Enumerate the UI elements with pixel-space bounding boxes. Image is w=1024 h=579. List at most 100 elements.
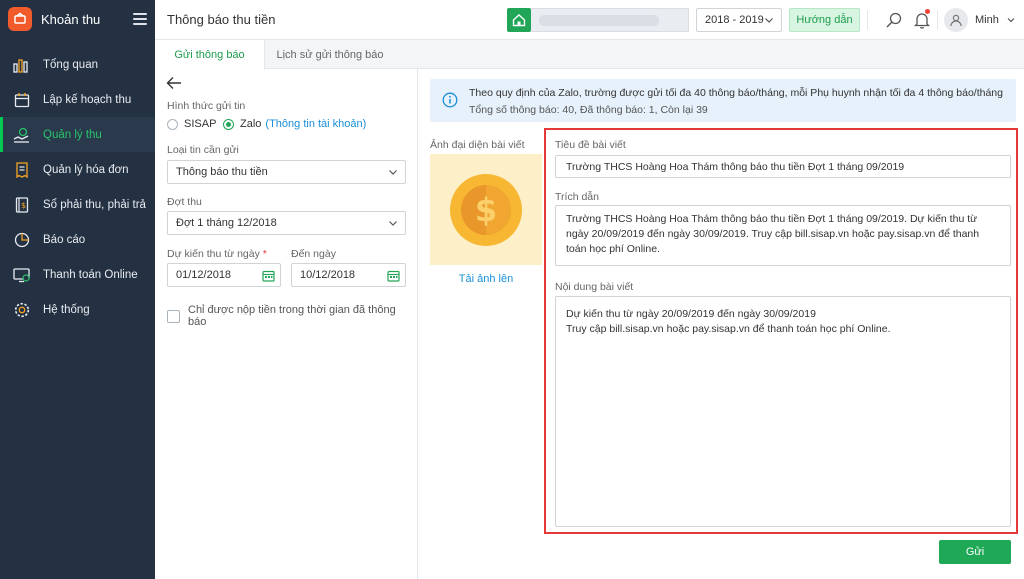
sidebar-item-label: Quản lý thu bbox=[43, 128, 102, 141]
from-date-input[interactable]: 01/12/2018 bbox=[167, 263, 281, 287]
article-image-label: Ảnh đại diện bài viết bbox=[430, 139, 525, 151]
sidebar-nav: Tổng quan Lập kế hoạch thu Quản lý thu Q… bbox=[0, 47, 155, 327]
content-line: Truy cập bill.sisap.vn hoặc pay.sisap.vn… bbox=[566, 323, 891, 335]
menu-toggle-icon[interactable] bbox=[133, 13, 147, 25]
period-select[interactable]: Đợt 1 tháng 12/2018 bbox=[167, 211, 406, 235]
divider bbox=[937, 10, 938, 30]
to-date-value: 10/12/2018 bbox=[300, 269, 356, 281]
content-textarea[interactable]: Dự kiến thu từ ngày 20/09/2019 đến ngày … bbox=[555, 296, 1011, 527]
checkbox-box bbox=[167, 309, 180, 323]
school-year-value: 2018 - 2019 bbox=[705, 14, 764, 26]
divider bbox=[867, 10, 868, 30]
chevron-down-icon bbox=[387, 217, 399, 232]
content-label: Nội dung bài viết bbox=[555, 281, 634, 293]
invoice-icon bbox=[12, 160, 32, 180]
send-button[interactable]: Gửi bbox=[939, 540, 1011, 564]
back-arrow-icon[interactable] bbox=[166, 76, 182, 93]
gear-icon bbox=[12, 300, 32, 320]
sidebar-item-thanh-toan-online[interactable]: Thanh toán Online bbox=[0, 257, 155, 292]
radio-sisap-label: SISAP bbox=[184, 118, 217, 130]
sidebar-item-label: Lập kế hoạch thu bbox=[43, 93, 132, 106]
sidebar-item-label: Thanh toán Online bbox=[43, 268, 138, 281]
excerpt-textarea[interactable]: Trường THCS Hoàng Hoa Thám thông báo thu… bbox=[555, 205, 1011, 266]
to-date-input[interactable]: 10/12/2018 bbox=[291, 263, 406, 287]
home-icon[interactable] bbox=[507, 8, 531, 32]
school-name-redacted bbox=[539, 15, 659, 26]
period-value: Đợt 1 tháng 12/2018 bbox=[176, 217, 277, 229]
excerpt-label: Trích dẫn bbox=[555, 191, 599, 203]
info-icon bbox=[442, 92, 458, 111]
search-icon[interactable] bbox=[883, 9, 905, 31]
school-select[interactable] bbox=[531, 8, 689, 32]
sidebar-item-label: Quản lý hóa đơn bbox=[43, 163, 129, 176]
svg-text:$: $ bbox=[475, 191, 497, 229]
tab-bar: Gửi thông báo Lịch sử gửi thông báo bbox=[155, 40, 1024, 70]
article-title-input[interactable]: Trường THCS Hoàng Hoa Thám thông báo thu… bbox=[555, 155, 1011, 178]
chevron-down-icon bbox=[387, 166, 399, 181]
sidebar-item-label: Báo cáo bbox=[43, 233, 86, 246]
calendar-icon bbox=[12, 90, 32, 110]
school-year-select[interactable]: 2018 - 2019 bbox=[696, 8, 782, 32]
required-marker: * bbox=[262, 248, 267, 260]
zalo-info-banner: Theo quy định của Zalo, trường được gửi … bbox=[430, 79, 1016, 122]
sidebar-item-tong-quan[interactable]: Tổng quan bbox=[0, 47, 155, 82]
notification-dot bbox=[925, 9, 930, 14]
radio-circle bbox=[167, 118, 178, 130]
info-quota-text: Tổng số thông báo: 40, Đã thông báo: 1, … bbox=[469, 104, 708, 116]
radio-sisap[interactable]: SISAP bbox=[167, 118, 216, 130]
avatar[interactable] bbox=[944, 8, 968, 32]
sidebar-item-label: Hệ thống bbox=[43, 303, 90, 316]
excerpt-value: Trường THCS Hoàng Hoa Thám thông báo thu… bbox=[566, 213, 980, 255]
send-method-label: Hình thức gửi tin bbox=[167, 100, 246, 112]
sidebar-item-bao-cao[interactable]: Báo cáo bbox=[0, 222, 155, 257]
message-type-value: Thông báo thu tiền bbox=[176, 166, 268, 178]
calendar-icon[interactable] bbox=[262, 269, 275, 285]
message-type-select[interactable]: Thông báo thu tiền bbox=[167, 160, 406, 184]
article-title-label: Tiêu đề bài viết bbox=[555, 139, 626, 151]
account-info-link[interactable]: (Thông tin tài khoản) bbox=[265, 118, 366, 130]
ledger-book-icon: $ bbox=[12, 195, 32, 215]
upload-image-link[interactable]: Tải ảnh lên bbox=[430, 273, 542, 285]
tab-send-history[interactable]: Lịch sử gửi thông báo bbox=[270, 40, 390, 69]
brand: Khoản thu bbox=[0, 0, 155, 38]
tab-send-notice[interactable]: Gửi thông báo bbox=[155, 40, 265, 70]
period-label: Đợt thu bbox=[167, 196, 202, 208]
top-bar: Thông báo thu tiền 2018 - 2019 Hướng dẫn… bbox=[155, 0, 1024, 40]
chevron-down-icon bbox=[763, 14, 775, 29]
pay-within-period-checkbox[interactable]: Chỉ được nộp tiền trong thời gian đã thô… bbox=[167, 304, 417, 328]
coin-dollar-icon: $ bbox=[450, 173, 522, 246]
article-image-preview[interactable]: $ bbox=[430, 154, 542, 265]
chevron-down-icon[interactable] bbox=[1006, 15, 1016, 28]
svg-text:$: $ bbox=[21, 201, 26, 210]
to-date-label: Đến ngày bbox=[291, 248, 336, 260]
sidebar-item-label: Sổ phải thu, phải trả bbox=[43, 198, 146, 211]
sidebar-item-label: Tổng quan bbox=[43, 58, 98, 71]
calendar-icon[interactable] bbox=[387, 269, 400, 285]
message-type-label: Loại tin cần gửi bbox=[167, 144, 239, 156]
sidebar-item-he-thong[interactable]: Hệ thống bbox=[0, 292, 155, 327]
brand-title: Khoản thu bbox=[41, 11, 101, 27]
guide-button[interactable]: Hướng dẫn bbox=[789, 8, 860, 32]
online-payment-icon bbox=[12, 265, 32, 285]
article-title-value: Trường THCS Hoàng Hoa Thám thông báo thu… bbox=[566, 161, 905, 173]
brand-logo-icon bbox=[8, 7, 32, 31]
sidebar-item-so-phai-thu[interactable]: $ Sổ phải thu, phải trả bbox=[0, 187, 155, 222]
from-date-value: 01/12/2018 bbox=[176, 269, 232, 281]
sidebar: Khoản thu Tổng quan Lập kế hoạch thu Quả… bbox=[0, 0, 155, 579]
sidebar-item-quan-ly-hoa-don[interactable]: Quản lý hóa đơn bbox=[0, 152, 155, 187]
from-date-label: Dự kiến thu từ ngày * bbox=[167, 248, 267, 260]
content-line: Dự kiến thu từ ngày 20/09/2019 đến ngày … bbox=[566, 308, 816, 320]
radio-circle-checked bbox=[223, 118, 234, 130]
checkbox-label: Chỉ được nộp tiền trong thời gian đã thô… bbox=[188, 304, 396, 328]
sidebar-item-lap-ke-hoach-thu[interactable]: Lập kế hoạch thu bbox=[0, 82, 155, 117]
pie-chart-icon bbox=[12, 230, 32, 250]
radio-zalo[interactable]: Zalo (Thông tin tài khoản) bbox=[223, 118, 366, 130]
radio-zalo-label: Zalo bbox=[240, 118, 262, 130]
notice-form: Hình thức gửi tin SISAP Zalo (Thông tin … bbox=[155, 69, 418, 579]
bell-icon[interactable] bbox=[911, 9, 933, 31]
user-name[interactable]: Minh bbox=[975, 14, 999, 26]
chart-bars-icon bbox=[12, 55, 32, 75]
sidebar-item-quan-ly-thu[interactable]: Quản lý thu bbox=[0, 117, 155, 152]
money-hand-icon bbox=[12, 125, 32, 145]
info-rule-text: Theo quy định của Zalo, trường được gửi … bbox=[469, 87, 1003, 99]
